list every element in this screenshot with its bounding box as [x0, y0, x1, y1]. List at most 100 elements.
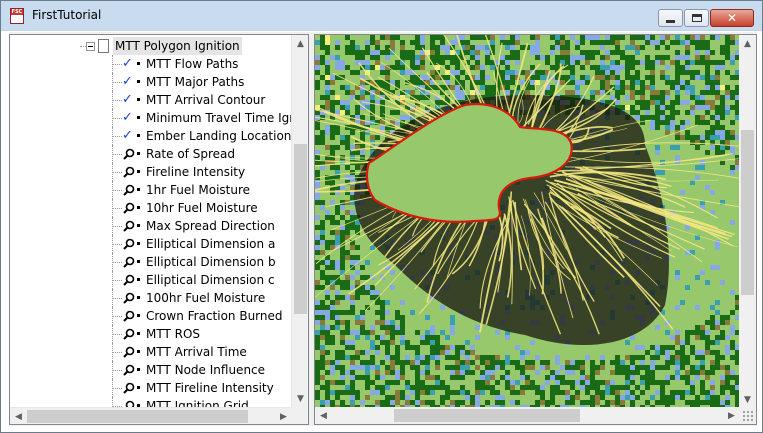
tree-item[interactable]: Crown Fraction Burned	[10, 307, 292, 325]
tree-item[interactable]: Fireline Intensity	[10, 163, 292, 181]
tree-item[interactable]: ✓ MTT Arrival Contour	[10, 91, 292, 109]
magnifier-icon[interactable]	[123, 202, 135, 214]
tree-item[interactable]: Elliptical Dimension a	[10, 235, 292, 253]
scroll-down-arrow-icon[interactable]: ▼	[292, 390, 308, 407]
scroll-down-arrow-icon[interactable]: ▼	[739, 391, 756, 408]
magnifier-icon[interactable]	[123, 148, 135, 160]
tree-item[interactable]: ✓ Ember Landing Locations	[10, 127, 292, 145]
tree-node-parent[interactable]: MTT Polygon Ignition	[10, 37, 292, 55]
checkmark-icon[interactable]: ✓	[122, 75, 133, 88]
bullet-icon	[137, 242, 140, 245]
scrollbar-thumb[interactable]	[393, 409, 580, 422]
tree-item-label: 10hr Fuel Moisture	[146, 201, 258, 215]
checkmark-icon[interactable]: ✓	[122, 93, 133, 106]
scrollbar-corner	[291, 407, 308, 424]
tree-item[interactable]: ✓ MTT Major Paths	[10, 73, 292, 91]
tree-item-label: Crown Fraction Burned	[146, 309, 283, 323]
magnifier-icon[interactable]	[123, 310, 135, 322]
magnifier-icon[interactable]	[123, 382, 135, 394]
scrollbar-thumb[interactable]	[27, 410, 248, 423]
bullet-icon	[137, 332, 140, 335]
tree-item[interactable]: Elliptical Dimension b	[10, 253, 292, 271]
tree-item[interactable]: Elliptical Dimension c	[10, 271, 292, 289]
tree-item[interactable]: ✓ Minimum Travel Time Igniti	[10, 109, 292, 127]
magnifier-icon[interactable]	[123, 166, 135, 178]
tree-item-label: Elliptical Dimension b	[146, 255, 276, 269]
bullet-icon	[137, 368, 140, 371]
scrollbar-thumb[interactable]	[741, 130, 754, 296]
bullet-icon	[137, 134, 140, 137]
tree-item-label: Rate of Spread	[146, 147, 235, 161]
tree-item[interactable]: ✓ MTT Flow Paths	[10, 55, 292, 73]
bullet-icon	[137, 152, 140, 155]
checkmark-icon[interactable]: ✓	[122, 111, 133, 124]
tree-item-label: MTT Fireline Intensity	[146, 381, 274, 395]
scroll-left-arrow-icon[interactable]: ◀	[10, 408, 27, 424]
document-icon	[98, 39, 109, 53]
tree-item[interactable]: 100hr Fuel Moisture	[10, 289, 292, 307]
tree-vertical-scrollbar[interactable]: ▲ ▼	[291, 35, 308, 407]
scroll-up-arrow-icon[interactable]: ▲	[292, 35, 308, 52]
tree-item-label: MTT Ignition Grid	[146, 399, 249, 407]
bullet-icon	[137, 314, 140, 317]
caption-buttons: ✕	[658, 9, 754, 27]
tree-item[interactable]: MTT Node Influence	[10, 361, 292, 379]
magnifier-icon[interactable]	[123, 346, 135, 358]
checkmark-icon[interactable]: ✓	[122, 129, 133, 142]
tree-item[interactable]: MTT Fireline Intensity	[10, 379, 292, 397]
magnifier-icon[interactable]	[123, 292, 135, 304]
tree-item-label: Minimum Travel Time Igniti	[146, 111, 292, 125]
magnifier-icon[interactable]	[123, 274, 135, 286]
bullet-icon	[137, 80, 140, 83]
tree-item-label: 100hr Fuel Moisture	[146, 291, 266, 305]
tree-item-label: MTT ROS	[146, 327, 201, 341]
layer-tree: MTT Polygon Ignition ✓ MTT Flow Paths ✓ MTT…	[10, 35, 292, 407]
scroll-right-arrow-icon[interactable]: ▶	[275, 408, 292, 424]
tree-item-label: 1hr Fuel Moisture	[146, 183, 251, 197]
scroll-left-arrow-icon[interactable]: ◀	[315, 407, 332, 424]
tree-item-label: MTT Node Influence	[146, 363, 266, 377]
bullet-icon	[137, 62, 140, 65]
map-canvas[interactable]	[315, 35, 740, 408]
checkmark-icon[interactable]: ✓	[122, 57, 133, 70]
map-view-panel: ▲ ▼ ◀ ▶	[314, 34, 757, 425]
layer-tree-panel: MTT Polygon Ignition ✓ MTT Flow Paths ✓ MTT…	[9, 34, 309, 425]
tree-item[interactable]: Rate of Spread	[10, 145, 292, 163]
bullet-icon	[137, 170, 140, 173]
magnifier-icon[interactable]	[123, 328, 135, 340]
magnifier-icon[interactable]	[123, 184, 135, 196]
fire-spread-map[interactable]	[315, 35, 740, 408]
tree-item[interactable]: 1hr Fuel Moisture	[10, 181, 292, 199]
magnifier-icon[interactable]	[123, 256, 135, 268]
tree-item-label: Elliptical Dimension c	[146, 273, 275, 287]
tree-item[interactable]: Max Spread Direction	[10, 217, 292, 235]
magnifier-icon[interactable]	[123, 364, 135, 376]
minimize-button[interactable]	[658, 9, 683, 27]
tree-item-label: MTT Arrival Contour	[146, 93, 266, 107]
close-button[interactable]: ✕	[710, 9, 754, 27]
magnifier-icon[interactable]	[123, 238, 135, 250]
resize-grip-icon[interactable]	[742, 410, 754, 422]
collapse-icon[interactable]	[86, 42, 95, 51]
tree-item-label: Fireline Intensity	[146, 165, 246, 179]
tree-item[interactable]: 10hr Fuel Moisture	[10, 199, 292, 217]
window-title: FirstTutorial	[32, 8, 102, 22]
tree-item[interactable]: MTT Arrival Time	[10, 343, 292, 361]
maximize-button[interactable]	[684, 9, 709, 27]
bullet-icon	[137, 260, 140, 263]
tree-item[interactable]: MTT Ignition Grid	[10, 397, 292, 407]
scroll-up-arrow-icon[interactable]: ▲	[739, 35, 756, 52]
title-bar[interactable]: FSC FirstTutorial ✕	[1, 1, 762, 31]
map-horizontal-scrollbar[interactable]: ◀ ▶	[315, 407, 740, 424]
bullet-icon	[137, 206, 140, 209]
tree-item-label: MTT Major Paths	[146, 75, 245, 89]
magnifier-icon[interactable]	[123, 400, 135, 407]
tree-horizontal-scrollbar[interactable]: ◀ ▶	[10, 407, 292, 424]
magnifier-icon[interactable]	[123, 220, 135, 232]
tree-item-label: Elliptical Dimension a	[146, 237, 276, 251]
tree-item[interactable]: MTT ROS	[10, 325, 292, 343]
map-vertical-scrollbar[interactable]: ▲ ▼	[739, 35, 756, 408]
scroll-right-arrow-icon[interactable]: ▶	[723, 407, 740, 424]
bullet-icon	[137, 278, 140, 281]
scrollbar-thumb[interactable]	[294, 144, 307, 315]
